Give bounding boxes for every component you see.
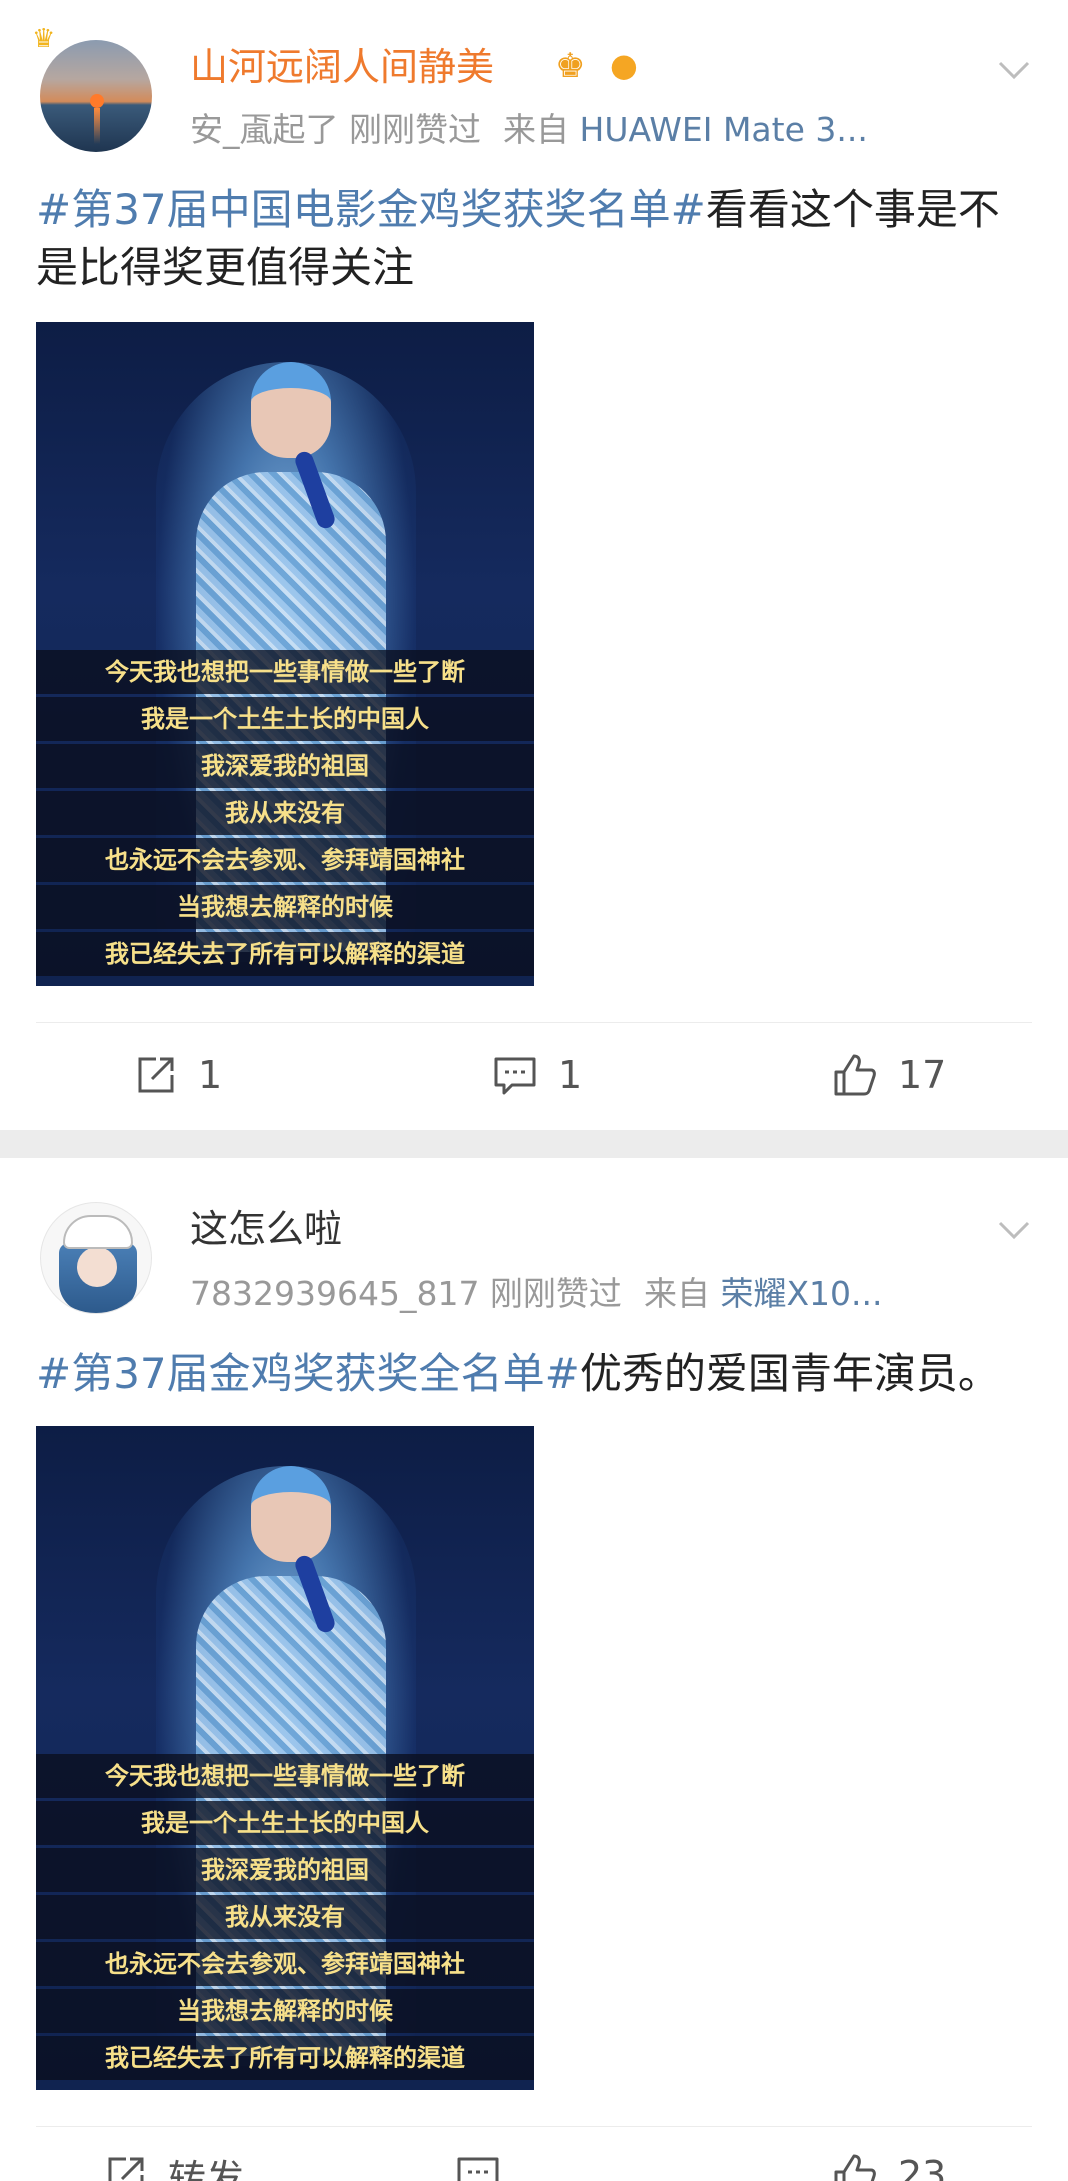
post-meta: 安_颪起了 刚刚赞过 来自 HUAWEI Mate 3... xyxy=(190,110,868,150)
action-divider xyxy=(36,2126,1032,2127)
repost-button[interactable]: 1 xyxy=(134,1050,222,1100)
image-caption: 当我想去解释的时候 xyxy=(36,1989,534,2033)
avatar-hat xyxy=(63,1215,133,1249)
image-caption: 我已经失去了所有可以解释的渠道 xyxy=(36,932,534,976)
device-link[interactable]: HUAWEI Mate 3... xyxy=(580,110,868,149)
image-caption: 当我想去解释的时候 xyxy=(36,885,534,929)
comment-count: 1 xyxy=(558,1053,583,1097)
performer-head xyxy=(251,362,331,458)
liked-by-text[interactable]: 安_颪起了 刚刚赞过 xyxy=(190,110,481,149)
device-link[interactable]: 荣耀X10... xyxy=(720,1274,882,1313)
username[interactable]: 这怎么啦 xyxy=(190,1206,342,1252)
caption-stack: 今天我也想把一些事情做一些了断 我是一个土生土长的中国人 我深爱我的祖国 我从来… xyxy=(36,1754,534,2083)
username[interactable]: 山河远阔人间静美 xyxy=(190,44,494,90)
like-icon xyxy=(834,2154,876,2181)
like-button[interactable]: 17 xyxy=(832,1050,946,1100)
chevron-down-icon[interactable] xyxy=(994,1210,1034,1250)
image-caption: 我从来没有 xyxy=(36,791,534,835)
chevron-down-icon[interactable] xyxy=(994,50,1034,90)
post-image[interactable]: 今天我也想把一些事情做一些了断 我是一个土生土长的中国人 我深爱我的祖国 我从来… xyxy=(36,322,534,986)
fan-badge-icon[interactable]: ● xyxy=(610,46,638,84)
image-caption: 我是一个土生土长的中国人 xyxy=(36,697,534,741)
source-prefix: 来自 xyxy=(643,1274,710,1313)
image-caption: 我已经失去了所有可以解释的渠道 xyxy=(36,2036,534,2080)
user-avatar[interactable] xyxy=(40,1202,152,1314)
like-icon xyxy=(834,1054,876,1096)
repost-icon xyxy=(108,2157,144,2181)
post-meta: 7832939645_817 刚刚赞过 来自 荣耀X10... xyxy=(190,1274,883,1314)
like-button[interactable]: 23 xyxy=(832,2150,946,2181)
image-caption: 今天我也想把一些事情做一些了断 xyxy=(36,650,534,694)
repost-count: 1 xyxy=(198,1053,223,1097)
post-text: #第37届中国电影金鸡奖获奖名单#看看这个事是不是比得奖更值得关注 xyxy=(36,181,1036,297)
post-text: #第37届金鸡奖获奖全名单#优秀的爱国青年演员。 xyxy=(36,1345,1036,1403)
post-image[interactable]: 今天我也想把一些事情做一些了断 我是一个土生土长的中国人 我深爱我的祖国 我从来… xyxy=(36,1426,534,2090)
image-caption: 我从来没有 xyxy=(36,1895,534,1939)
avatar-face xyxy=(77,1247,117,1287)
source-prefix: 来自 xyxy=(503,110,569,149)
image-caption: 今天我也想把一些事情做一些了断 xyxy=(36,1754,534,1798)
repost-label: 转发 xyxy=(168,2156,245,2181)
comment-icon xyxy=(457,2157,499,2181)
crown-badge-icon: ♛ xyxy=(32,24,56,54)
comment-button[interactable]: 1 xyxy=(492,1050,582,1100)
hashtag-link[interactable]: #第37届中国电影金鸡奖获奖名单# xyxy=(36,185,706,234)
caption-stack: 今天我也想把一些事情做一些了断 我是一个土生土长的中国人 我深爱我的祖国 我从来… xyxy=(36,650,534,979)
performer-head xyxy=(251,1466,331,1562)
repost-button[interactable]: 转发 xyxy=(104,2150,244,2181)
vip-crown-icon[interactable]: ♚ xyxy=(555,46,585,86)
image-caption: 我深爱我的祖国 xyxy=(36,744,534,788)
like-count: 17 xyxy=(898,1053,947,1097)
avatar-reflection xyxy=(94,108,100,144)
liked-by-text[interactable]: 7832939645_817 刚刚赞过 xyxy=(190,1274,622,1313)
image-caption: 我是一个土生土长的中国人 xyxy=(36,1801,534,1845)
user-avatar[interactable] xyxy=(40,40,152,152)
comment-icon xyxy=(494,1057,536,1095)
like-count: 23 xyxy=(898,2153,947,2181)
hashtag-link[interactable]: #第37届金鸡奖获奖全名单# xyxy=(36,1349,580,1398)
image-caption: 也永远不会去参观、参拜靖国神社 xyxy=(36,838,534,882)
post-body: 优秀的爱国青年演员。 xyxy=(579,1349,1000,1398)
comment-button[interactable] xyxy=(455,2150,521,2181)
image-caption: 也永远不会去参观、参拜靖国神社 xyxy=(36,1942,534,1986)
image-caption: 我深爱我的祖国 xyxy=(36,1848,534,1892)
action-divider xyxy=(36,1022,1032,1023)
repost-icon xyxy=(138,1057,174,1093)
post-separator xyxy=(0,1130,1068,1158)
avatar-sun xyxy=(90,94,104,108)
